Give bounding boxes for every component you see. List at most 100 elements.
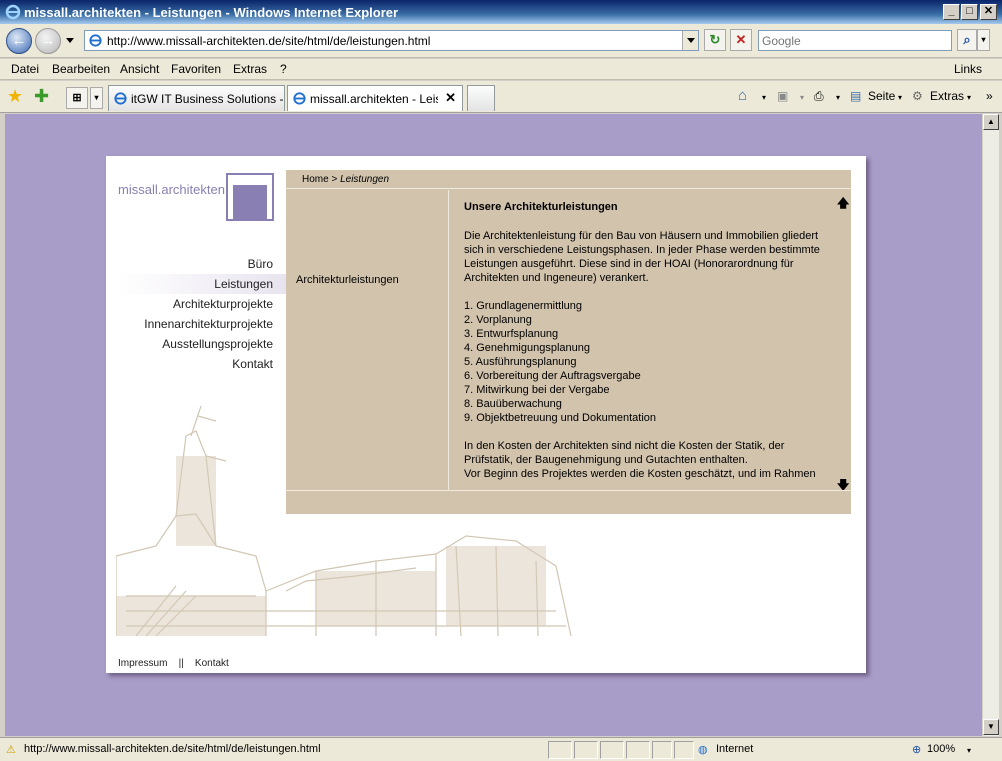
- phase-item: 8. Bauüberwachung: [464, 398, 562, 410]
- costs-paragraph: In den Kosten der Architekten sind nicht…: [464, 440, 785, 466]
- page-dropdown-icon[interactable]: ▾: [898, 93, 902, 102]
- menu-favoriten[interactable]: Favoriten: [171, 62, 221, 76]
- site-footer: Impressum || Kontakt: [118, 658, 229, 669]
- footer-kontakt-link[interactable]: Kontakt: [195, 658, 229, 669]
- nav-item-leistungen[interactable]: Leistungen: [118, 274, 286, 294]
- close-tab-icon[interactable]: ✕: [445, 90, 456, 106]
- scroll-up-arrow-icon[interactable]: 🡅: [837, 194, 849, 215]
- phase-item: 7. Mitwirkung bei der Vergabe: [464, 384, 610, 396]
- status-url: http://www.missall-architekten.de/site/h…: [24, 743, 321, 755]
- more-chevron-icon[interactable]: »: [986, 89, 993, 103]
- back-button[interactable]: ←: [6, 28, 32, 54]
- menu-extras[interactable]: Extras: [233, 62, 267, 76]
- close-window-button[interactable]: ✕: [980, 4, 997, 20]
- print-icon[interactable]: ⎙: [814, 89, 824, 104]
- tab-missall[interactable]: missall.architekten - Leist... ✕: [287, 85, 463, 111]
- feeds-dropdown-icon[interactable]: ▾: [800, 93, 804, 102]
- page-icon: [89, 34, 102, 47]
- tools-gear-icon: ⚙: [912, 89, 923, 103]
- forward-button[interactable]: →: [35, 28, 61, 54]
- status-segment: [548, 741, 572, 759]
- scroll-down-button[interactable]: ▼: [983, 719, 999, 735]
- sub-navigation: Architekturleistungen: [286, 190, 449, 490]
- search-box[interactable]: [758, 30, 952, 51]
- home-dropdown-icon[interactable]: ▾: [762, 93, 766, 102]
- zoom-icon[interactable]: ⊕: [912, 743, 921, 756]
- menu-bearbeiten[interactable]: Bearbeiten: [52, 62, 110, 76]
- content-panel: Home > Leistungen Architekturleistungen …: [286, 170, 851, 514]
- stop-button[interactable]: ✕: [730, 29, 752, 51]
- site-logo-mark: [226, 173, 274, 221]
- footer-impressum-link[interactable]: Impressum: [118, 658, 167, 669]
- links-label[interactable]: Links: [954, 62, 982, 76]
- page-card: missall.architekten Büro Leistungen Arch…: [106, 156, 866, 673]
- phase-item: 2. Vorplanung: [464, 314, 532, 326]
- nav-item-ausstellungsprojekte[interactable]: Ausstellungsprojekte: [118, 334, 286, 354]
- search-button[interactable]: ⌕: [957, 29, 977, 51]
- menu-datei[interactable]: Datei: [11, 62, 39, 76]
- address-dropdown-icon[interactable]: [682, 31, 698, 50]
- menu-ansicht[interactable]: Ansicht: [120, 62, 159, 76]
- ie-logo-icon: [5, 4, 21, 20]
- web-viewport: missall.architekten Büro Leistungen Arch…: [5, 114, 982, 736]
- tab-bar: ★ ✚ ⊞ ▾ itGW IT Business Solutions - ...…: [0, 81, 1002, 113]
- phase-item: 3. Entwurfsplanung: [464, 328, 559, 340]
- phase-item: 4. Genehmigungsplanung: [464, 342, 590, 354]
- footer-separator: ||: [178, 658, 184, 669]
- nav-item-innenarchitekturprojekte[interactable]: Innenarchitekturprojekte: [118, 314, 286, 334]
- status-bar: ⚠ http://www.missall-architekten.de/site…: [0, 737, 1002, 761]
- home-icon[interactable]: ⌂: [738, 87, 747, 104]
- feeds-icon[interactable]: ▣: [777, 89, 788, 103]
- tab-label: missall.architekten - Leist...: [310, 92, 438, 106]
- intro-paragraph: Die Architektenleistung für den Bau von …: [464, 230, 820, 284]
- favorites-star-icon[interactable]: ★: [7, 87, 23, 105]
- nav-item-kontakt[interactable]: Kontakt: [118, 354, 286, 374]
- navigation-bar: ← → http://www.missall-architekten.de/si…: [0, 24, 1002, 58]
- menu-bar: Datei Bearbeiten Ansicht Favoriten Extra…: [0, 59, 1002, 80]
- subnav-item-architekturleistungen[interactable]: Architekturleistungen: [296, 274, 399, 286]
- tab-list-dropdown-icon[interactable]: ▾: [90, 87, 103, 109]
- breadcrumb-current: Leistungen: [340, 174, 390, 185]
- zoom-level[interactable]: 100%: [927, 743, 955, 755]
- add-favorite-icon[interactable]: ✚: [34, 87, 49, 105]
- tab-itgw[interactable]: itGW IT Business Solutions - ...: [108, 85, 285, 111]
- print-dropdown-icon[interactable]: ▾: [836, 93, 840, 102]
- site-logo-text[interactable]: missall.architekten: [118, 182, 225, 197]
- site-navigation: Büro Leistungen Architekturprojekte Inne…: [118, 254, 286, 374]
- status-segment: [626, 741, 650, 759]
- zoom-dropdown-icon[interactable]: ▾: [967, 746, 971, 755]
- nav-item-architekturprojekte[interactable]: Architekturprojekte: [118, 294, 286, 314]
- title-bar: missall.architekten - Leistungen - Windo…: [0, 0, 1002, 24]
- content-divider: [286, 490, 851, 491]
- maximize-button[interactable]: □: [961, 4, 978, 20]
- quick-tabs-icon[interactable]: ⊞: [66, 87, 88, 109]
- nav-item-buero[interactable]: Büro: [118, 254, 286, 274]
- tab-ie-icon: [114, 92, 127, 105]
- status-segment: [600, 741, 624, 759]
- window-title: missall.architekten - Leistungen - Windo…: [24, 5, 399, 20]
- internet-zone-icon: ◍: [698, 744, 708, 756]
- history-dropdown-icon[interactable]: [66, 38, 74, 43]
- scroll-up-button[interactable]: ▲: [983, 114, 999, 130]
- search-input[interactable]: [759, 31, 947, 50]
- extras-dropdown-icon[interactable]: ▾: [967, 93, 971, 102]
- breadcrumb-home-link[interactable]: Home >: [302, 174, 337, 185]
- tab-label: itGW IT Business Solutions - ...: [131, 92, 285, 106]
- phase-item: 6. Vorbereitung der Auftragsvergabe: [464, 370, 641, 382]
- scroll-down-arrow-icon[interactable]: 🡇: [837, 476, 849, 497]
- status-segment: [574, 741, 598, 759]
- phase-item: 5. Ausführungsplanung: [464, 356, 577, 368]
- content-heading: Unsere Architekturleistungen: [464, 201, 618, 213]
- menu-help[interactable]: ?: [280, 62, 287, 76]
- minimize-button[interactable]: _: [943, 4, 960, 20]
- address-url[interactable]: http://www.missall-architekten.de/site/h…: [107, 34, 430, 48]
- new-tab-button[interactable]: [467, 85, 495, 111]
- tab-ie-icon: [293, 92, 306, 105]
- vertical-scrollbar[interactable]: ▲ ▼: [982, 114, 999, 736]
- refresh-button[interactable]: ↻: [704, 29, 726, 51]
- address-bar[interactable]: http://www.missall-architekten.de/site/h…: [84, 30, 699, 51]
- status-segment: [652, 741, 672, 759]
- page-menu[interactable]: Seite: [868, 89, 895, 103]
- extras-menu[interactable]: Extras: [930, 89, 964, 103]
- search-options-dropdown-icon[interactable]: ▾: [977, 29, 990, 51]
